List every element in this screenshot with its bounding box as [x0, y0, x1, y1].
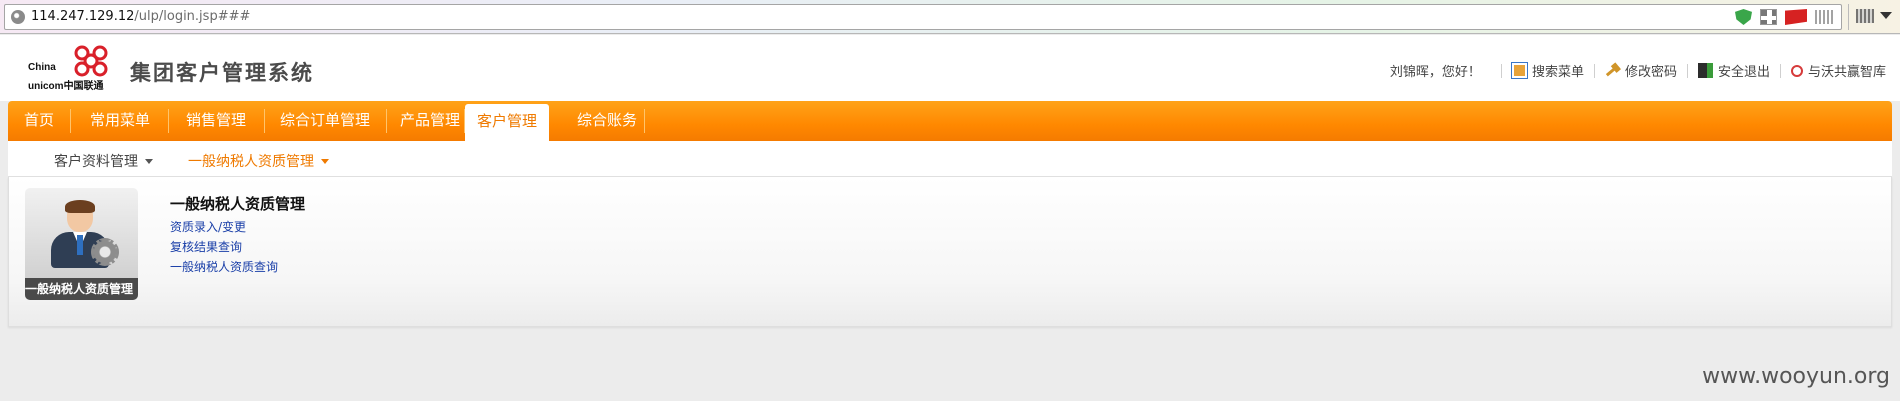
content-panel: 一般纳税人资质管理 一般纳税人资质管理 资质录入/变更 复核结果查询 一般纳税人…: [8, 177, 1892, 327]
nav-products[interactable]: 产品管理: [390, 101, 470, 141]
subnav-customer-data[interactable]: 客户资料管理: [54, 151, 153, 171]
tile-label: 一般纳税人资质管理: [25, 278, 138, 300]
divider: [1779, 63, 1781, 78]
top-links: 刘锦晖，您好！ 搜索菜单 修改密码 安全退出 与沃共赢智库: [1390, 61, 1886, 80]
caret-down-icon: [321, 158, 329, 164]
url-text[interactable]: 114.247.129.12/ulp/login.jsp###: [31, 9, 250, 24]
key-icon: [1602, 60, 1623, 81]
nav-divider: [168, 109, 169, 133]
logo-text-unicom: unicom: [28, 81, 64, 92]
exit-icon: [1697, 63, 1713, 78]
url-path: /ulp/login.jsp###: [134, 9, 251, 24]
system-title: 集团客户管理系统: [130, 61, 314, 85]
knowledge-base-link[interactable]: 与沃共赢智库: [1790, 61, 1886, 80]
url-host: 114.247.129.12: [31, 9, 135, 24]
knowledge-base-label: 与沃共赢智库: [1807, 65, 1886, 80]
nav-divider: [386, 109, 387, 133]
logo-text-en: China: [28, 62, 56, 73]
extension-icon[interactable]: [1815, 10, 1835, 24]
nav-customers[interactable]: 客户管理: [465, 104, 549, 141]
change-password-link[interactable]: 修改密码: [1605, 61, 1677, 80]
nav-orders[interactable]: 综合订单管理: [270, 101, 380, 141]
logo-text-en-cn: unicom中国联通: [28, 77, 104, 92]
shield-icon[interactable]: [1735, 9, 1752, 25]
search-menu-label: 搜索菜单: [1531, 65, 1584, 80]
logo-text-cn: 中国联通: [63, 81, 104, 92]
nav-home[interactable]: 首页: [18, 101, 60, 141]
divider: [1500, 63, 1502, 78]
change-password-label: 修改密码: [1624, 65, 1677, 80]
caret-down-icon: [145, 158, 153, 164]
nav-sales[interactable]: 销售管理: [176, 101, 256, 141]
site-icon: [11, 10, 25, 24]
watermark: www.wooyun.org: [1702, 364, 1890, 389]
module-tile[interactable]: 一般纳税人资质管理: [25, 188, 138, 300]
module-links: 资质录入/变更 复核结果查询 一般纳税人资质查询: [170, 217, 278, 277]
subnav-taxpayer-label: 一般纳税人资质管理: [188, 154, 314, 170]
url-field[interactable]: 114.247.129.12/ulp/login.jsp###: [4, 4, 1842, 30]
link-qualification-entry[interactable]: 资质录入/变更: [170, 217, 278, 237]
main-nav: 首页 常用菜单 销售管理 综合订单管理 产品管理 客户管理 综合账务: [8, 101, 1892, 141]
sub-nav: 客户资料管理 一般纳税人资质管理: [8, 141, 1892, 177]
divider: [1686, 63, 1688, 78]
browser-address-bar: 114.247.129.12/ulp/login.jsp###: [0, 0, 1900, 34]
page-header: China unicom中国联通 集团客户管理系统 刘锦晖，您好！ 搜索菜单 修…: [0, 35, 1900, 101]
subnav-customer-data-label: 客户资料管理: [54, 154, 138, 170]
tools-icon[interactable]: [1856, 9, 1874, 23]
section-title: 一般纳税人资质管理: [170, 195, 306, 213]
unicom-knot-icon: [74, 45, 108, 77]
logout-link[interactable]: 安全退出: [1697, 61, 1770, 80]
address-icons: [1735, 9, 1835, 25]
toolbar-divider: [1848, 4, 1849, 30]
link-qualification-query[interactable]: 一般纳税人资质查询: [170, 257, 278, 277]
user-greeting: 刘锦晖，您好！: [1389, 65, 1481, 80]
nav-billing[interactable]: 综合账务: [563, 101, 651, 141]
nav-divider: [644, 109, 645, 133]
nav-common-menu[interactable]: 常用菜单: [80, 101, 160, 141]
china-unicom-logo[interactable]: China unicom中国联通: [28, 43, 116, 95]
gear-icon: [91, 238, 119, 266]
qr-code-icon[interactable]: [1760, 9, 1777, 25]
menu-search-icon: [1510, 62, 1528, 79]
logout-label: 安全退出: [1717, 65, 1770, 80]
app-page: China unicom中国联通 集团客户管理系统 刘锦晖，您好！ 搜索菜单 修…: [0, 35, 1900, 401]
divider: [1593, 63, 1595, 78]
nav-divider: [70, 109, 71, 133]
subnav-taxpayer[interactable]: 一般纳税人资质管理: [188, 151, 329, 171]
flag-icon[interactable]: [1785, 9, 1807, 25]
nav-divider: [264, 109, 265, 133]
search-icon: [1790, 64, 1803, 77]
chevron-down-icon[interactable]: [1880, 12, 1892, 19]
search-menu-link[interactable]: 搜索菜单: [1510, 61, 1584, 80]
link-review-results[interactable]: 复核结果查询: [170, 237, 278, 257]
